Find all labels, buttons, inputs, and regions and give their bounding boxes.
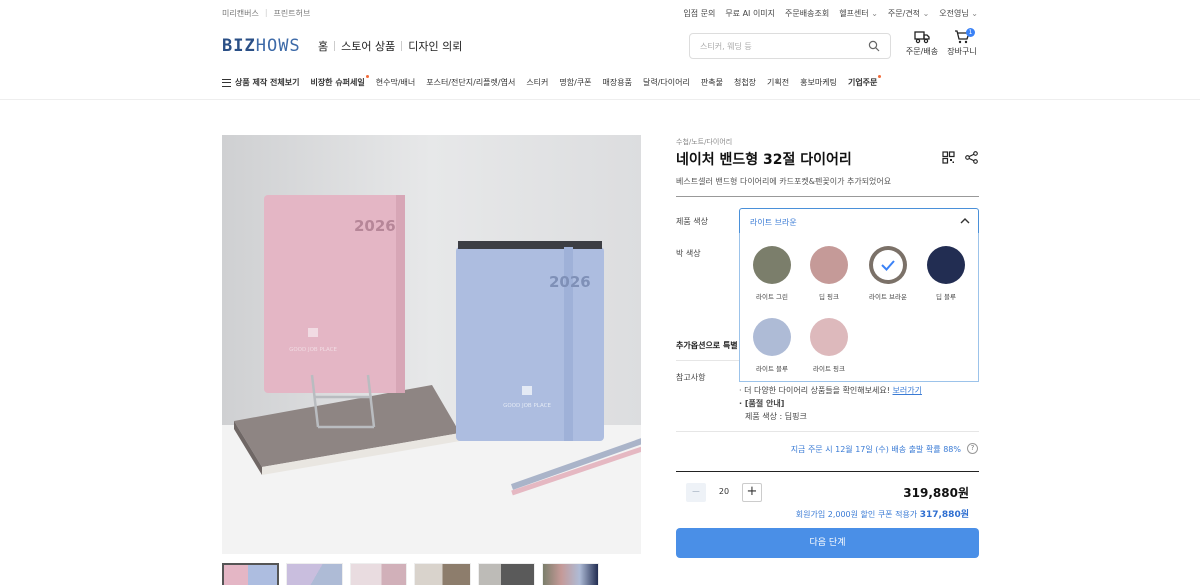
category-corporate-order[interactable]: 기업주문: [848, 75, 882, 88]
header-divider: [0, 99, 1200, 100]
extra-options-label[interactable]: 추가옵션으로 특별: [676, 340, 738, 351]
member-discount: 회원가입 2,000원 할인 쿠폰 적용가 317,880원: [795, 510, 969, 520]
category-sticker[interactable]: 스티커: [526, 77, 548, 88]
truck-icon: [914, 31, 930, 44]
cart-label: 장바구니: [947, 47, 977, 56]
link-free-ai-image[interactable]: 무료 AI 이미지: [725, 8, 775, 19]
color-option-light-pink[interactable]: 라이트 핑크: [799, 318, 859, 373]
notes-content: · 더 다양한 다이어리 상품들을 확인해보세요! 보러가기 · [품절 안내]…: [739, 386, 922, 421]
product-subtitle: 베스트셀러 밴드형 다이어리에 카드포켓&펜꽂이가 추가되었어요: [676, 177, 892, 186]
category-poster[interactable]: 포스터/전단지/리플렛/엽서: [426, 77, 515, 88]
category-exhibition[interactable]: 기획전: [767, 77, 789, 88]
see-more-link[interactable]: 보러가기: [893, 386, 922, 395]
link-printhub[interactable]: 프린트허브: [274, 8, 311, 19]
link-order-tracking[interactable]: 주문배송조회: [785, 8, 829, 19]
category-super-sale[interactable]: 비장한 슈퍼세일: [310, 75, 370, 88]
category-namecard[interactable]: 명함/쿠폰: [559, 77, 591, 88]
thumbnail-6[interactable]: [542, 563, 599, 585]
breadcrumb[interactable]: 수첩/노트/다이어리: [676, 137, 732, 147]
nav-home[interactable]: 홈: [312, 38, 334, 54]
product-title: 네이처 밴드형 32절 다이어리: [676, 152, 852, 168]
thumbnail-1[interactable]: [222, 563, 279, 585]
color-select-value: 라이트 브라운: [750, 218, 797, 227]
share-icon[interactable]: [965, 151, 978, 164]
menu-help-center[interactable]: 헬프센터: [839, 8, 878, 19]
color-select[interactable]: 라이트 브라운: [739, 208, 979, 234]
color-swatch: [810, 318, 848, 356]
category-calendar-diary[interactable]: 달력/다이어리: [643, 77, 690, 88]
product-main-image[interactable]: 2026 GOOD JOB PLACE 2026 GOOD JOB PLACE: [222, 135, 641, 554]
order-delivery-label: 주문/배송: [905, 47, 939, 56]
color-swatch: [810, 246, 848, 284]
color-swatch: [753, 318, 791, 356]
category-wedding-invitation[interactable]: 청첩장: [734, 77, 756, 88]
divider: [676, 196, 979, 197]
thumbnail-strip: [222, 563, 599, 585]
link-miricanvas[interactable]: 미리캔버스: [222, 8, 259, 19]
color-swatch-selected: [869, 246, 907, 284]
menu-user-account[interactable]: 오전영님: [939, 8, 978, 19]
top-utility-left: 미리캔버스 | 프린트허브: [222, 8, 310, 19]
search-icon[interactable]: [868, 40, 880, 52]
soldout-notice: · [품절 안내]: [739, 399, 785, 408]
member-price: 317,880원: [919, 510, 969, 520]
cart-count-badge: 1: [966, 28, 975, 37]
divider: [676, 431, 979, 432]
color-option-light-blue[interactable]: 라이트 블루: [742, 318, 802, 373]
nav-store[interactable]: 스토어 상품: [335, 38, 401, 54]
category-banner[interactable]: 현수막/배너: [376, 77, 416, 88]
cart-button[interactable]: 1 장바구니: [944, 28, 980, 57]
quantity-value[interactable]: 20: [712, 487, 736, 496]
chevron-up-icon[interactable]: [960, 217, 970, 225]
category-store-goods[interactable]: 매장용품: [603, 77, 632, 88]
foil-option-label: 박 색상: [676, 249, 701, 258]
search-placeholder: 스티커, 웨딩 등: [700, 42, 752, 51]
category-all[interactable]: 상품 제작 전체보기: [222, 77, 299, 88]
color-swatch: [753, 246, 791, 284]
svg-text:GOOD JOB PLACE: GOOD JOB PLACE: [503, 403, 551, 409]
color-option-light-brown[interactable]: 라이트 브라운: [858, 246, 918, 301]
next-step-button[interactable]: 다음 단계: [676, 528, 979, 558]
menu-order-quote[interactable]: 주문/견적: [888, 8, 929, 19]
nav-design-request[interactable]: 디자인 의뢰: [402, 38, 468, 54]
qr-code-icon[interactable]: [942, 151, 955, 164]
thumbnail-3[interactable]: [350, 563, 407, 585]
color-option-deep-blue[interactable]: 딥 블루: [916, 246, 976, 301]
title-actions: [942, 151, 978, 164]
help-icon[interactable]: ?: [967, 443, 978, 454]
notes-label: 참고사항: [676, 373, 706, 382]
category-bar: 상품 제작 전체보기 비장한 슈퍼세일 현수막/배너 포스터/전단지/리플렛/엽…: [222, 75, 882, 88]
shipping-estimate: 지금 주문 시 12월 17일 (수) 배송 출발 확률 88%: [790, 445, 961, 454]
total-price: 319,880원: [903, 486, 969, 500]
color-option-deep-pink[interactable]: 딥 핑크: [799, 246, 859, 301]
divider: [676, 471, 979, 472]
color-option-label: 제품 색상: [676, 217, 708, 226]
quantity-decrease-button[interactable]: −: [686, 483, 706, 502]
bizhows-logo[interactable]: BIZHOWS: [222, 36, 301, 56]
color-swatch: [927, 246, 965, 284]
color-option-light-green[interactable]: 라이트 그린: [742, 246, 802, 301]
svg-text:2026: 2026: [549, 273, 591, 291]
diary-photo: 2026 GOOD JOB PLACE 2026 GOOD JOB PLACE: [222, 135, 641, 554]
soldout-detail: 제품 색상 : 딥핑크: [745, 412, 807, 421]
search-input[interactable]: 스티커, 웨딩 등: [689, 33, 891, 59]
order-delivery-button[interactable]: 주문/배송: [904, 30, 940, 57]
color-dropdown: 라이트 그린 딥 핑크 라이트 브라운 딥 블루 라이트 블루 라이트 핑크: [739, 233, 979, 382]
thumbnail-4[interactable]: [414, 563, 471, 585]
top-utility-right: 입점 문의 무료 AI 이미지 주문배송조회 헬프센터 주문/견적 오전영님: [683, 8, 978, 19]
category-promo-goods[interactable]: 판촉물: [701, 77, 723, 88]
thumbnail-5[interactable]: [478, 563, 535, 585]
thumbnail-2[interactable]: [286, 563, 343, 585]
category-marketing[interactable]: 홍보마케팅: [800, 77, 837, 88]
quantity-increase-button[interactable]: +: [742, 483, 762, 502]
main-nav: 홈 스토어 상품 디자인 의뢰: [312, 38, 468, 54]
svg-text:2026: 2026: [354, 217, 396, 235]
check-icon: [881, 260, 895, 271]
menu-icon: [222, 78, 231, 87]
divider: |: [264, 8, 268, 17]
link-partner-inquiry[interactable]: 입점 문의: [683, 8, 715, 19]
svg-text:GOOD JOB PLACE: GOOD JOB PLACE: [289, 347, 337, 353]
